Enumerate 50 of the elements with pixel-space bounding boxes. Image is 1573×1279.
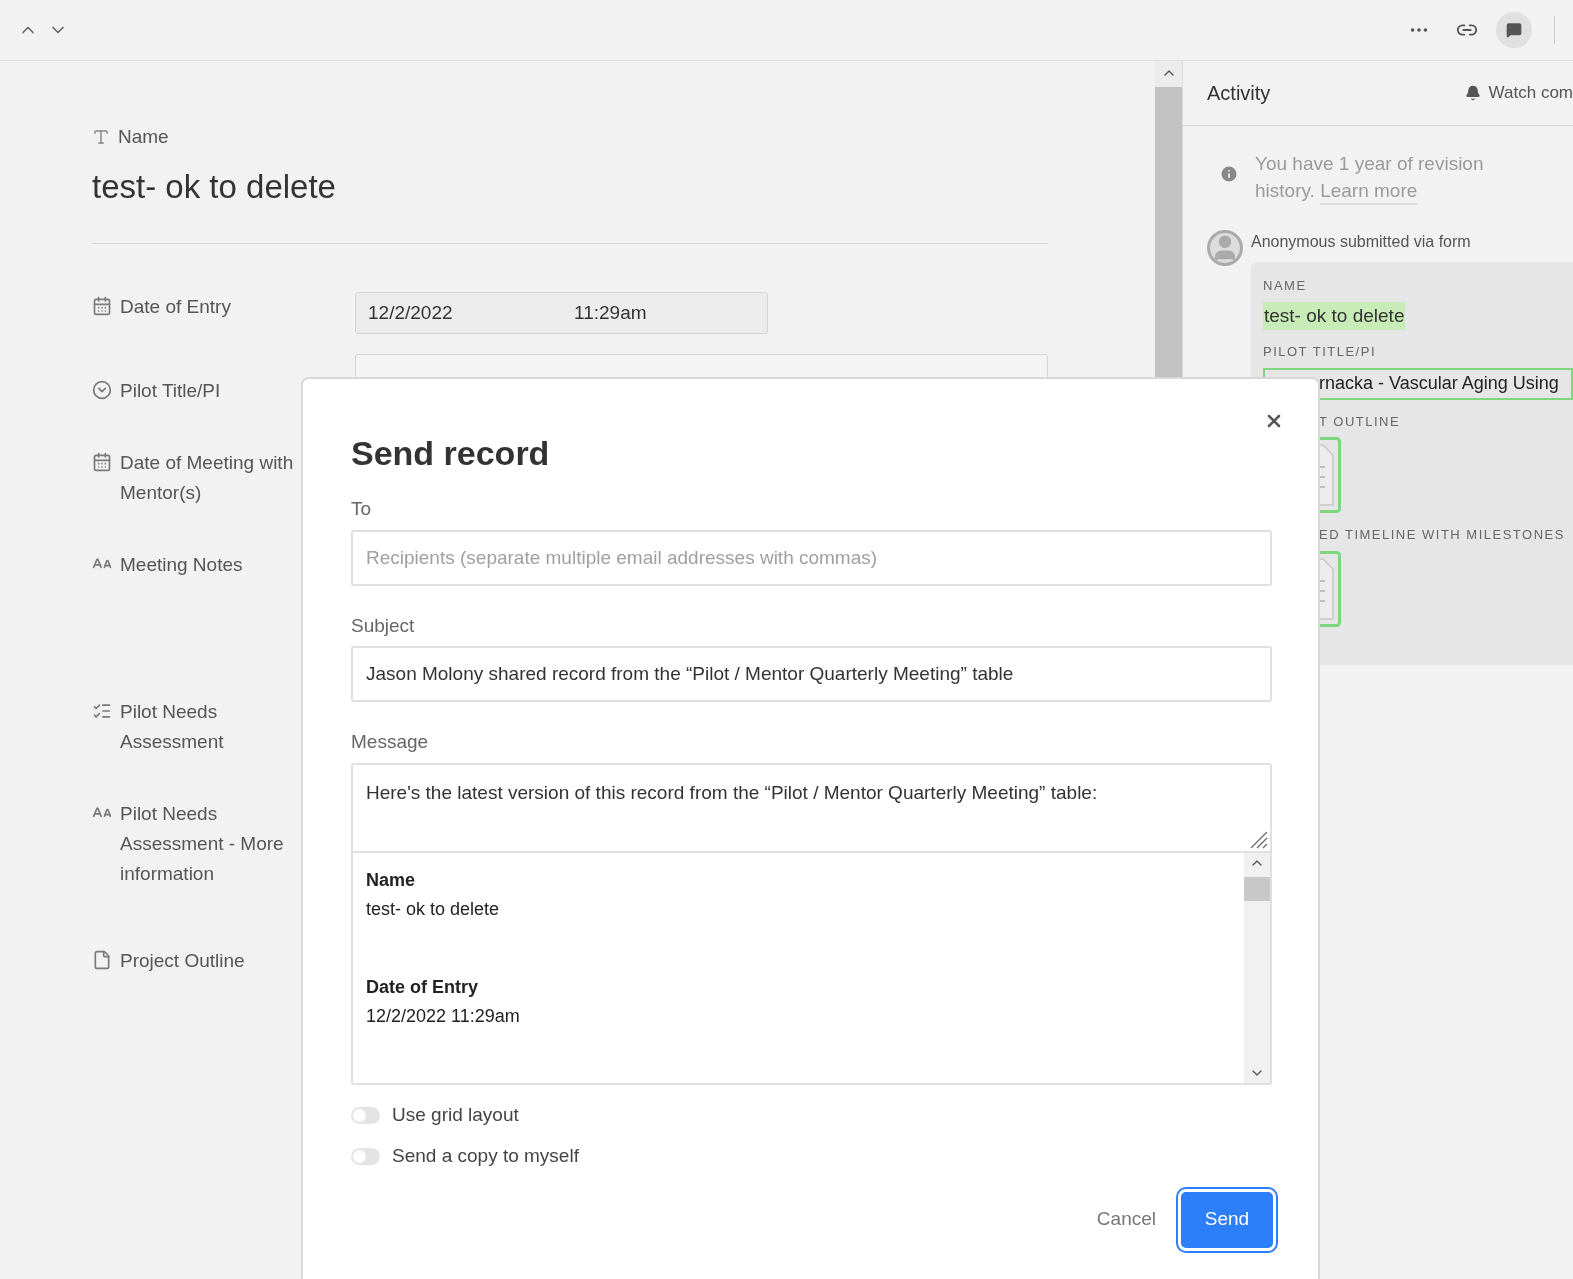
file-icon [92, 950, 112, 970]
resize-grip-icon[interactable] [1248, 828, 1268, 849]
preview-value: 12/2/2022 11:29am [366, 1004, 521, 1028]
calendar-icon [92, 296, 112, 316]
entry-label: T OUTLINE [1319, 412, 1401, 431]
subject-field[interactable]: Jason Molony shared record from the “Pilot / Mentor Quarterly Meeting” table [351, 646, 1272, 702]
field-label: To [351, 497, 373, 521]
preview-scrollbar[interactable] [1244, 852, 1270, 1083]
avatar-icon [1207, 230, 1243, 266]
date-field[interactable]: 12/2/2022 11:29am [355, 292, 768, 334]
toggle-switch[interactable] [351, 1106, 380, 1124]
field-label: Message [351, 730, 430, 754]
dialog-title: Send record [351, 433, 551, 474]
field-label: Name [118, 125, 169, 149]
revision-notice: You have 1 year of revision history. Learn more [1255, 152, 1485, 203]
field-label: Project Outline [120, 949, 246, 973]
preview-value: test- ok to delete [366, 897, 501, 921]
recipients-field[interactable]: Recipients (separate multiple email addresses with commas) [351, 529, 1272, 586]
panel-title: Activity [1207, 81, 1271, 106]
preview-label: Name [366, 868, 417, 892]
toggle-label: Send a copy to myself [392, 1143, 579, 1168]
field-label: Subject [351, 613, 416, 638]
entry-label: NAME [1263, 277, 1307, 295]
field-label: Meeting Notes [120, 553, 244, 577]
scrollbar-thumb[interactable] [1244, 876, 1270, 901]
activity-author: Anonymous submitted via form [1251, 232, 1472, 252]
toggle-switch[interactable] [351, 1147, 380, 1165]
message-field[interactable]: Here's the latest version of this record from the “Pilot / Mentor Quarterly Meeting” table: [353, 764, 1270, 851]
cancel-button[interactable]: Cancel [1096, 1205, 1156, 1234]
field-label: Pilot Title/PI [120, 379, 222, 403]
watch-link[interactable]: Watch com [1488, 80, 1573, 106]
comments-button[interactable] [1496, 12, 1532, 48]
dropdown-icon [92, 380, 112, 400]
field-label: Date of Entry [120, 295, 232, 319]
send-button[interactable]: Send [1178, 1188, 1276, 1251]
info-icon [1219, 164, 1239, 184]
text-field-icon [92, 128, 110, 147]
field-label: Pilot Needs Assessment - More information [120, 802, 285, 886]
bell-icon [1464, 85, 1481, 101]
entry-label: ED TIMELINE WITH MILESTONES [1319, 526, 1565, 544]
changed-value: test- ok to delete [1263, 301, 1406, 330]
comment-icon[interactable] [1506, 22, 1522, 38]
field-label: Date of Meeting with Mentor(s) [120, 451, 295, 505]
entry-label: PILOT TITLE/PI [1263, 343, 1376, 361]
checklist-icon [92, 701, 112, 721]
field-label: Pilot Needs Assessment [120, 700, 225, 754]
toggle-label: Use grid layout [392, 1102, 519, 1127]
record-title: test- ok to delete [92, 166, 337, 207]
preview-label: Date of Entry [366, 975, 480, 999]
calendar-icon [92, 452, 112, 472]
